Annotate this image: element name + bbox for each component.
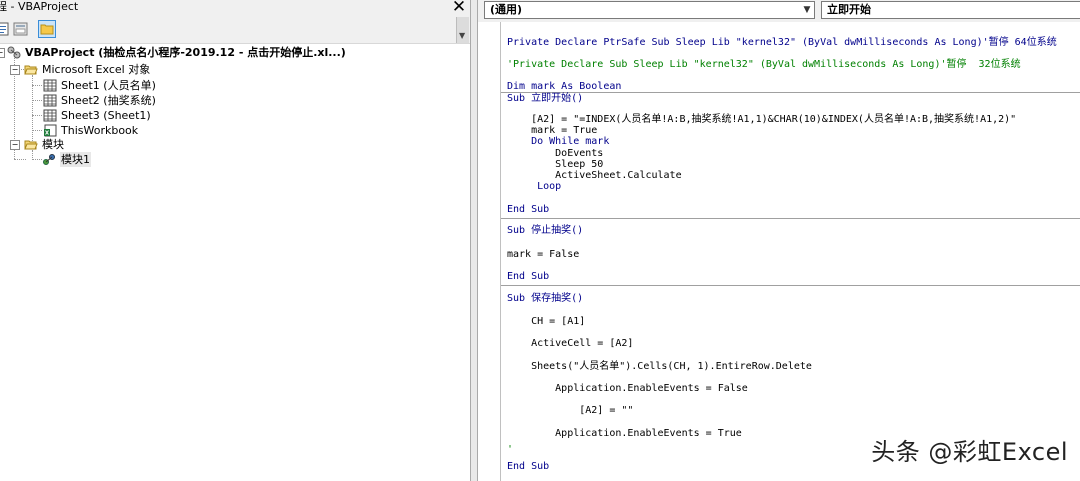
tree-item-thisworkbook[interactable]: ThisWorkbook: [0, 123, 468, 138]
procedure-separator: [501, 218, 1080, 219]
collapse-icon[interactable]: −: [10, 65, 20, 75]
code-line: Sheets("人员名单").Cells(CH, 1).EntireRow.De…: [507, 361, 812, 372]
vbaproject-label: VBAProject (抽检点名小程序-2019.12 - 点击开始停止.xl.…: [25, 46, 346, 59]
code-window: (通用) ▼ 立即开始 Private Declare PtrSafe Sub …: [478, 0, 1080, 481]
code-line: 'Private Declare Sub Sleep Lib "kernel32…: [507, 59, 1021, 70]
code-line: End Sub: [507, 204, 550, 215]
module-icon: [43, 154, 55, 165]
modules-label: 模块: [42, 138, 64, 151]
watermark: 头条 @彩虹Excel: [871, 438, 1068, 466]
object-dropdown[interactable]: (通用) ▼: [484, 1, 815, 19]
code-line: Sub 保存抽奖(): [507, 293, 584, 304]
tree-item-excel-objects[interactable]: − Microsoft Excel 对象: [0, 62, 468, 77]
explorer-title-bar: 程 - VBAProject ✕: [0, 0, 470, 17]
code-line: [A2] = "": [507, 405, 634, 416]
procedure-dropdown-value: 立即开始: [827, 3, 871, 16]
code-combo-bar: (通用) ▼ 立即开始: [478, 0, 1080, 22]
explorer-title: 程 - VBAProject: [0, 0, 79, 13]
worksheet-icon: [43, 94, 57, 107]
collapse-icon[interactable]: −: [10, 140, 20, 150]
code-line: Sub 立即开始(): [507, 93, 584, 104]
project-explorer: 程 - VBAProject ✕ ▼ − VBAProject (抽检点名小程序…: [0, 0, 470, 481]
folder-open-icon: [24, 140, 38, 150]
explorer-toolbar: [0, 17, 470, 44]
scroll-down-icon[interactable]: ▼: [459, 31, 465, 40]
folder-open-icon: [24, 65, 38, 75]
object-dropdown-value: (通用): [490, 3, 523, 16]
tree-item-module1[interactable]: 模块1: [0, 152, 468, 167]
module1-label: 模块1: [60, 152, 91, 167]
sheet1-label: Sheet1 (人员名单): [61, 79, 156, 92]
collapse-icon[interactable]: −: [0, 48, 5, 58]
toggle-folders-button[interactable]: [38, 20, 56, 38]
code-line: Application.EnableEvents = True: [507, 428, 742, 439]
workbook-icon: [44, 124, 57, 137]
view-code-button[interactable]: [0, 20, 12, 38]
sheet3-label: Sheet3 (Sheet1): [61, 109, 151, 122]
code-line: CH = [A1]: [507, 316, 586, 327]
code-editor[interactable]: Private Declare PtrSafe Sub Sleep Lib "k…: [501, 22, 1080, 481]
code-line: Private Declare PtrSafe Sub Sleep Lib "k…: [507, 37, 1057, 48]
pane-splitter[interactable]: [470, 0, 478, 481]
code-line: Application.EnableEvents = False: [507, 383, 748, 394]
code-line: mark = False: [507, 249, 580, 260]
close-icon[interactable]: ✕: [451, 0, 467, 16]
code-line: Do While mark: [507, 136, 610, 147]
code-line: ': [507, 444, 514, 455]
worksheet-icon: [43, 79, 57, 92]
procedure-dropdown[interactable]: 立即开始: [821, 1, 1080, 19]
thisworkbook-label: ThisWorkbook: [61, 124, 139, 137]
code-line: End Sub: [507, 461, 550, 472]
view-object-button[interactable]: [12, 20, 30, 38]
tree-item-sheet1[interactable]: Sheet1 (人员名单): [0, 78, 468, 93]
code-line: Loop: [507, 181, 562, 192]
code-line: ActiveCell = [A2]: [507, 338, 634, 349]
tree-item-sheet2[interactable]: Sheet2 (抽奖系统): [0, 93, 468, 108]
procedure-separator: [501, 285, 1080, 286]
worksheet-icon: [43, 109, 57, 122]
tree-item-sheet3[interactable]: Sheet3 (Sheet1): [0, 108, 468, 123]
tree-item-modules[interactable]: − 模块: [0, 137, 468, 152]
excel-objects-label: Microsoft Excel 对象: [42, 63, 151, 76]
sheet2-label: Sheet2 (抽奖系统): [61, 94, 156, 107]
chevron-down-icon[interactable]: ▼: [800, 2, 814, 18]
code-line: Sub 停止抽奖(): [507, 225, 584, 236]
code-line: End Sub: [507, 271, 550, 282]
code-margin[interactable]: [478, 22, 501, 481]
tree-item-vbaproject[interactable]: − VBAProject (抽检点名小程序-2019.12 - 点击开始停止.x…: [0, 45, 468, 60]
scrollbar[interactable]: ▼: [456, 17, 469, 43]
procedure-separator: [501, 92, 1080, 93]
